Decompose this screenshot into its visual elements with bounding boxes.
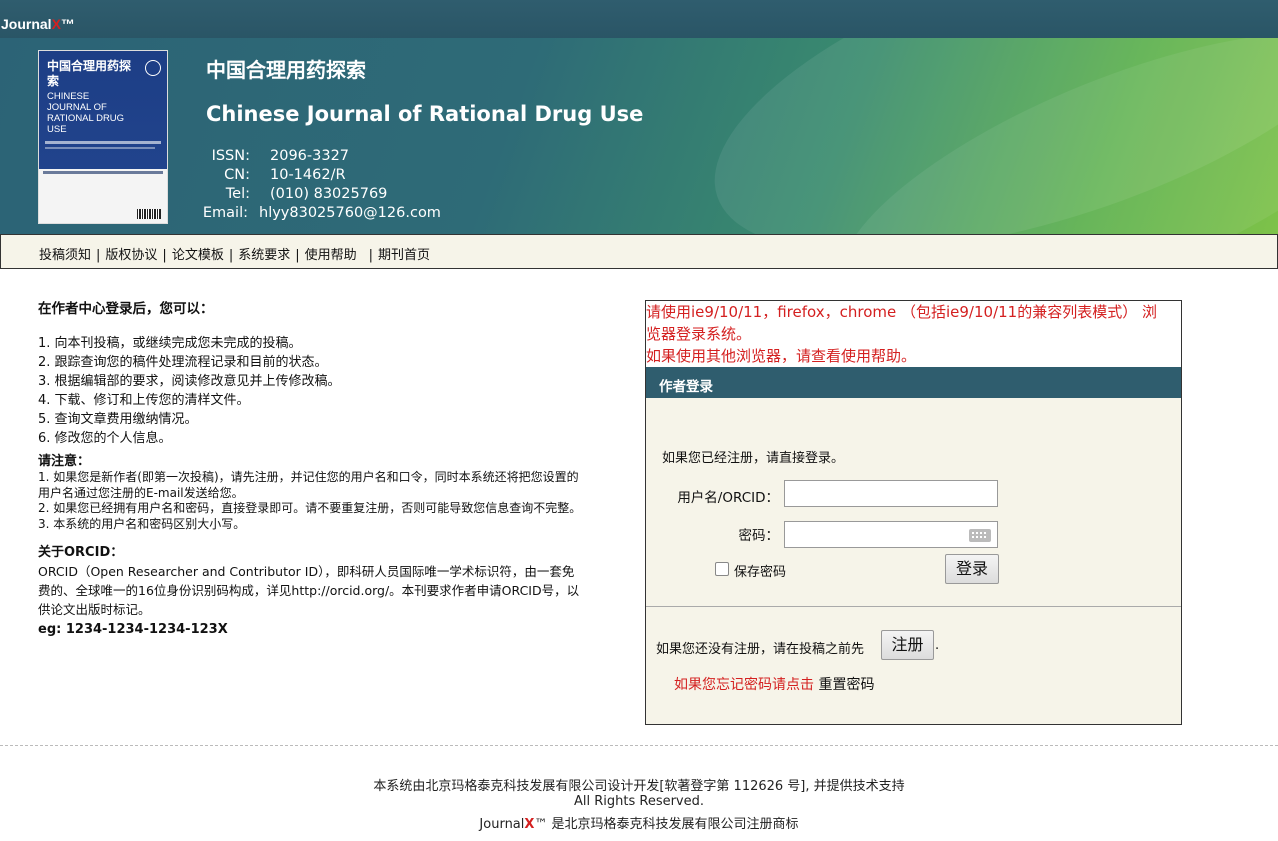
remember-password-label: 保存密码 (734, 565, 787, 580)
feature-list: 1. 向本刊投稿，或继续完成您未完成的投稿。 2. 跟踪查询您的稿件处理流程记录… (38, 334, 583, 448)
list-item: 5. 查询文章费用缴纳情况。 (38, 412, 198, 427)
username-label: 用户名/ORCID： (677, 490, 779, 506)
note-title: 请注意： (38, 454, 91, 469)
password-input[interactable] (784, 521, 998, 548)
nav-copyright-agreement[interactable]: 版权协议 (105, 248, 157, 263)
nav-submission-guide[interactable]: 投稿须知 (39, 248, 91, 263)
journal-info: ISSN: 2096-3327 CN: 10-1462/R Tel: (010)… (202, 148, 441, 221)
login-button[interactable]: 登录 (945, 554, 999, 584)
list-item: 6. 修改您的个人信息。 (38, 431, 172, 446)
barcode-icon (137, 209, 161, 219)
note-item: 2. 如果您已经拥有用户名和密码，直接登录即可。请不要重复注册，否则可能导致您信… (38, 501, 582, 515)
username-input[interactable] (784, 480, 998, 507)
forgot-password-text: 如果您忘记密码请点击 重置密码 (674, 677, 875, 693)
journal-title-cn: 中国合理用药探索 (206, 58, 366, 82)
top-bar: JournalX™ (0, 0, 1278, 38)
password-label: 密码： (738, 528, 780, 544)
journal-title-en: Chinese Journal of Rational Drug Use (206, 102, 644, 126)
author-center-info: 在作者中心登录后，您可以： 1. 向本刊投稿，或继续完成您未完成的投稿。 2. … (38, 300, 583, 639)
nav-journal-home[interactable]: 期刊首页 (378, 248, 430, 263)
list-item: 2. 跟踪查询您的稿件处理流程记录和目前的状态。 (38, 355, 328, 370)
orcid-example: eg: 1234-1234-1234-123X (38, 622, 228, 637)
note-item: 3. 本系统的用户名和密码区别大小写。 (38, 516, 246, 531)
login-header: 作者登录 (646, 367, 1181, 398)
browser-warning: 请使用ie9/10/11，firefox，chrome （包括ie9/10/11… (646, 301, 1181, 367)
footer-copyright: 本系统由北京玛格泰克科技发展有限公司设计开发[软著登字第 112626 号], … (373, 779, 905, 794)
journal-seal-icon (145, 60, 161, 76)
footer-rights: All Rights Reserved. (573, 794, 705, 809)
journal-banner: 中国合理用药探索 CHINESE JOURNAL OF RATIONAL DRU… (0, 38, 1278, 234)
journal-cover-image: 中国合理用药探索 CHINESE JOURNAL OF RATIONAL DRU… (38, 50, 168, 224)
list-item: 1. 向本刊投稿，或继续完成您未完成的投稿。 (38, 336, 302, 351)
list-item: 3. 根据编辑部的要求，阅读修改意见并上传修改稿。 (38, 374, 341, 389)
orcid-description: ORCID（Open Researcher and Contributor ID… (38, 564, 580, 617)
remember-password-checkbox[interactable] (715, 562, 729, 576)
nav-help[interactable]: 使用帮助 (305, 248, 357, 263)
nav-paper-template[interactable]: 论文模板 (172, 248, 224, 263)
reset-password-link[interactable]: 重置密码 (818, 677, 874, 693)
info-heading: 在作者中心登录后，您可以： (38, 301, 214, 317)
orcid-title: 关于ORCID： (38, 545, 124, 560)
virtual-keyboard-icon[interactable] (969, 529, 991, 542)
register-prompt: 如果您还没有注册，请在投稿之前先 (656, 642, 865, 657)
journalx-logo: JournalX™ (1, 16, 75, 32)
nav-bar: 投稿须知 | 版权协议 | 论文模板 | 系统要求 | 使用帮助 | 期刊首页 (0, 234, 1278, 269)
nav-system-requirements[interactable]: 系统要求 (238, 248, 290, 263)
login-intro: 如果您已经注册，请直接登录。 (662, 451, 845, 466)
list-item: 4. 下载、修订和上传您的清样文件。 (38, 393, 250, 408)
register-button[interactable]: 注册 (881, 630, 934, 660)
login-panel: 请使用ie9/10/11，firefox，chrome （包括ie9/10/11… (645, 300, 1182, 725)
note-item: 1. 如果您是新作者(即第一次投稿)，请先注册，并记住您的用户名和口令，同时本系… (38, 470, 579, 500)
footer-trademark: JournalX™ 是北京玛格泰克科技发展有限公司注册商标 (479, 817, 799, 832)
